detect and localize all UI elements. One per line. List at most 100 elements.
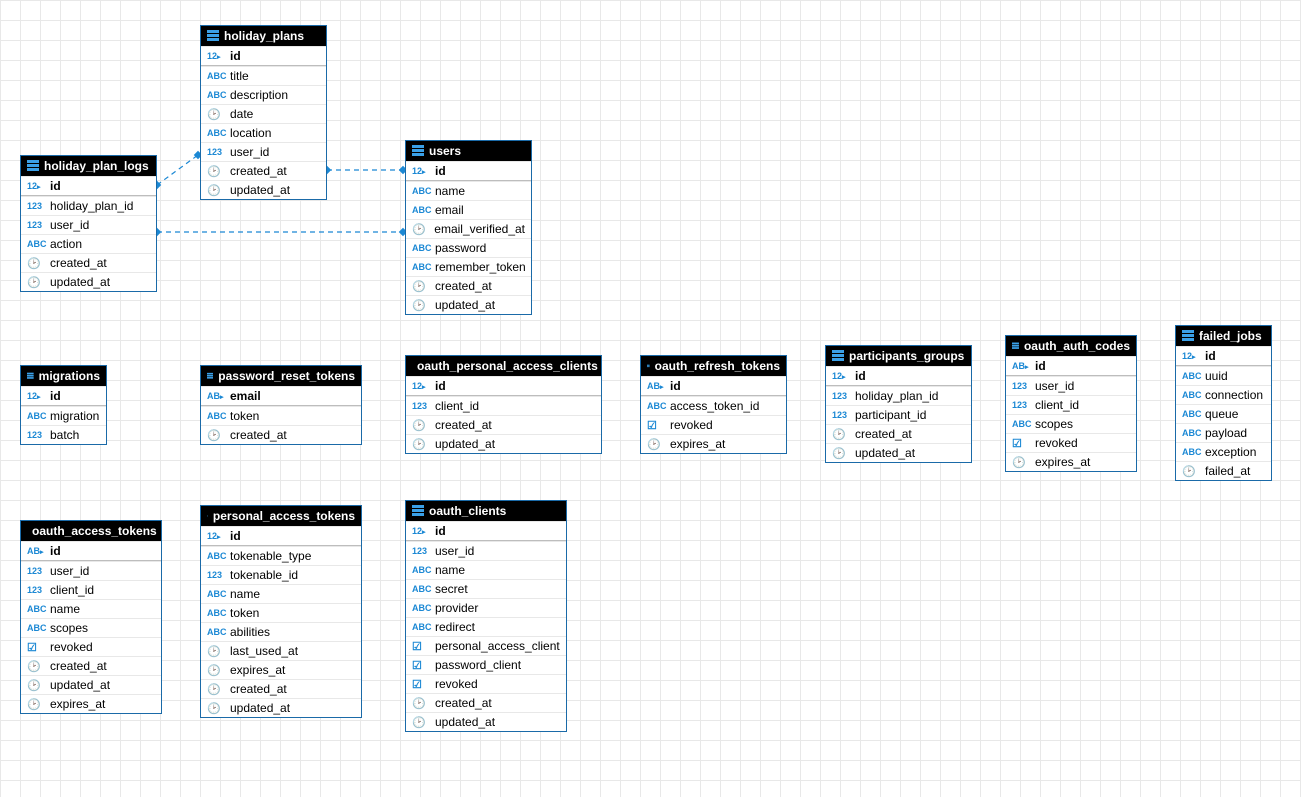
column-row[interactable]: ABCpayload bbox=[1176, 423, 1271, 442]
column-row[interactable]: 12▸id bbox=[406, 376, 601, 396]
column-row[interactable]: 🕑date bbox=[201, 104, 326, 123]
column-row[interactable]: 🕑updated_at bbox=[21, 675, 161, 694]
table-header[interactable]: oauth_personal_access_clients bbox=[406, 356, 601, 376]
column-row[interactable]: 🕑updated_at bbox=[21, 272, 156, 291]
table-header[interactable]: failed_jobs bbox=[1176, 326, 1271, 346]
table-header[interactable]: personal_access_tokens bbox=[201, 506, 361, 526]
column-row[interactable]: 🕑created_at bbox=[201, 425, 361, 444]
column-row[interactable]: ABCpassword bbox=[406, 238, 531, 257]
column-row[interactable]: 123user_id bbox=[21, 561, 161, 580]
column-row[interactable]: ABCabilities bbox=[201, 622, 361, 641]
column-row[interactable]: ABCtokenable_type bbox=[201, 546, 361, 565]
table-oauth_access_tokens[interactable]: oauth_access_tokensAB▸id123user_id123cli… bbox=[20, 520, 162, 714]
column-row[interactable]: ☑personal_access_client bbox=[406, 636, 566, 655]
table-oauth_personal_access_clients[interactable]: oauth_personal_access_clients12▸id123cli… bbox=[405, 355, 602, 454]
column-row[interactable]: ABCredirect bbox=[406, 617, 566, 636]
column-row[interactable]: 12▸id bbox=[21, 176, 156, 196]
column-row[interactable]: 🕑last_used_at bbox=[201, 641, 361, 660]
column-row[interactable]: ABCscopes bbox=[1006, 414, 1136, 433]
column-row[interactable]: ABCname bbox=[21, 599, 161, 618]
column-row[interactable]: ABCexception bbox=[1176, 442, 1271, 461]
column-row[interactable]: ☑password_client bbox=[406, 655, 566, 674]
column-row[interactable]: ☑revoked bbox=[641, 415, 786, 434]
column-row[interactable]: ABCaccess_token_id bbox=[641, 396, 786, 415]
column-row[interactable]: 🕑created_at bbox=[406, 276, 531, 295]
column-row[interactable]: ABCtoken bbox=[201, 603, 361, 622]
column-row[interactable]: 123holiday_plan_id bbox=[21, 196, 156, 215]
column-row[interactable]: ABCtoken bbox=[201, 406, 361, 425]
erd-canvas[interactable]: holiday_plans12▸idABCtitleABCdescription… bbox=[0, 0, 1301, 797]
table-holiday_plans[interactable]: holiday_plans12▸idABCtitleABCdescription… bbox=[200, 25, 327, 200]
table-header[interactable]: oauth_auth_codes bbox=[1006, 336, 1136, 356]
column-row[interactable]: 12▸id bbox=[21, 386, 106, 406]
table-header[interactable]: holiday_plan_logs bbox=[21, 156, 156, 176]
column-row[interactable]: 123user_id bbox=[201, 142, 326, 161]
table-oauth_clients[interactable]: oauth_clients12▸id123user_idABCnameABCse… bbox=[405, 500, 567, 732]
table-header[interactable]: participants_groups bbox=[826, 346, 971, 366]
table-oauth_auth_codes[interactable]: oauth_auth_codesAB▸id123user_id123client… bbox=[1005, 335, 1137, 472]
table-header[interactable]: oauth_refresh_tokens bbox=[641, 356, 786, 376]
column-row[interactable]: AB▸id bbox=[641, 376, 786, 396]
column-row[interactable]: 123client_id bbox=[1006, 395, 1136, 414]
column-row[interactable]: ABCsecret bbox=[406, 579, 566, 598]
column-row[interactable]: 🕑created_at bbox=[826, 424, 971, 443]
column-row[interactable]: ABCprovider bbox=[406, 598, 566, 617]
column-row[interactable]: ABCaction bbox=[21, 234, 156, 253]
column-row[interactable]: ☑revoked bbox=[406, 674, 566, 693]
column-row[interactable]: 🕑created_at bbox=[406, 415, 601, 434]
column-row[interactable]: 🕑updated_at bbox=[826, 443, 971, 462]
column-row[interactable]: 🕑created_at bbox=[21, 253, 156, 272]
column-row[interactable]: ABCremember_token bbox=[406, 257, 531, 276]
column-row[interactable]: ABCtitle bbox=[201, 66, 326, 85]
column-row[interactable]: 123user_id bbox=[406, 541, 566, 560]
column-row[interactable]: 🕑created_at bbox=[406, 693, 566, 712]
column-row[interactable]: 12▸id bbox=[1176, 346, 1271, 366]
table-users[interactable]: users12▸idABCnameABCemail🕑email_verified… bbox=[405, 140, 532, 315]
column-row[interactable]: ABCname bbox=[201, 584, 361, 603]
column-row[interactable]: ABCconnection bbox=[1176, 385, 1271, 404]
column-row[interactable]: ABClocation bbox=[201, 123, 326, 142]
column-row[interactable]: ABCuuid bbox=[1176, 366, 1271, 385]
table-personal_access_tokens[interactable]: personal_access_tokens12▸idABCtokenable_… bbox=[200, 505, 362, 718]
column-row[interactable]: 123participant_id bbox=[826, 405, 971, 424]
column-row[interactable]: 🕑created_at bbox=[201, 161, 326, 180]
table-holiday_plan_logs[interactable]: holiday_plan_logs12▸id123holiday_plan_id… bbox=[20, 155, 157, 292]
column-row[interactable]: AB▸email bbox=[201, 386, 361, 406]
column-row[interactable]: 🕑updated_at bbox=[406, 295, 531, 314]
column-row[interactable]: ABCdescription bbox=[201, 85, 326, 104]
column-row[interactable]: 🕑updated_at bbox=[406, 712, 566, 731]
column-row[interactable]: 12▸id bbox=[406, 161, 531, 181]
column-row[interactable]: ABCmigration bbox=[21, 406, 106, 425]
column-row[interactable]: 🕑updated_at bbox=[406, 434, 601, 453]
column-row[interactable]: 12▸id bbox=[826, 366, 971, 386]
column-row[interactable]: 12▸id bbox=[201, 526, 361, 546]
table-header[interactable]: oauth_clients bbox=[406, 501, 566, 521]
column-row[interactable]: 🕑created_at bbox=[21, 656, 161, 675]
column-row[interactable]: ABCscopes bbox=[21, 618, 161, 637]
column-row[interactable]: 🕑created_at bbox=[201, 679, 361, 698]
column-row[interactable]: AB▸id bbox=[1006, 356, 1136, 376]
column-row[interactable]: 12▸id bbox=[201, 46, 326, 66]
column-row[interactable]: 🕑expires_at bbox=[21, 694, 161, 713]
column-row[interactable]: 🕑failed_at bbox=[1176, 461, 1271, 480]
column-row[interactable]: 🕑updated_at bbox=[201, 698, 361, 717]
column-row[interactable]: 12▸id bbox=[406, 521, 566, 541]
column-row[interactable]: 🕑email_verified_at bbox=[406, 219, 531, 238]
column-row[interactable]: 123user_id bbox=[1006, 376, 1136, 395]
column-row[interactable]: ABCemail bbox=[406, 200, 531, 219]
table-participants_groups[interactable]: participants_groups12▸id123holiday_plan_… bbox=[825, 345, 972, 463]
column-row[interactable]: ABCqueue bbox=[1176, 404, 1271, 423]
column-row[interactable]: ABCname bbox=[406, 181, 531, 200]
column-row[interactable]: 🕑expires_at bbox=[1006, 452, 1136, 471]
table-header[interactable]: migrations bbox=[21, 366, 106, 386]
table-password_reset_tokens[interactable]: password_reset_tokensAB▸emailABCtoken🕑cr… bbox=[200, 365, 362, 445]
column-row[interactable]: 🕑updated_at bbox=[201, 180, 326, 199]
table-header[interactable]: oauth_access_tokens bbox=[21, 521, 161, 541]
column-row[interactable]: ☑revoked bbox=[21, 637, 161, 656]
table-header[interactable]: holiday_plans bbox=[201, 26, 326, 46]
column-row[interactable]: 123client_id bbox=[21, 580, 161, 599]
column-row[interactable]: AB▸id bbox=[21, 541, 161, 561]
column-row[interactable]: 123client_id bbox=[406, 396, 601, 415]
table-header[interactable]: users bbox=[406, 141, 531, 161]
table-migrations[interactable]: migrations12▸idABCmigration123batch bbox=[20, 365, 107, 445]
